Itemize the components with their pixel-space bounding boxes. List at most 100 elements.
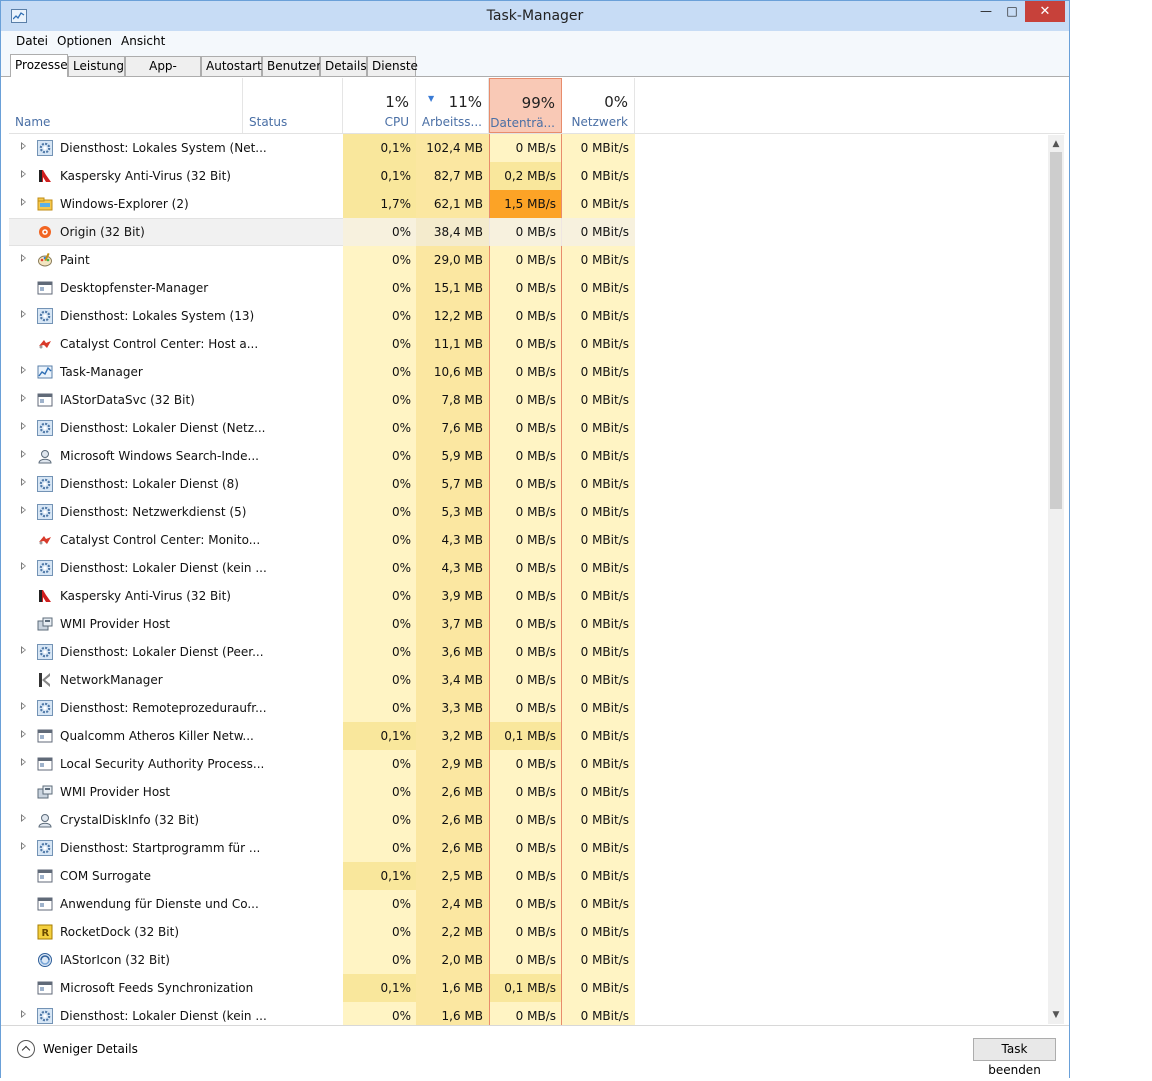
process-row[interactable]: Diensthost: Remoteprozeduraufr... 0% 3,3 M… — [9, 694, 1049, 722]
expand-chevron-icon[interactable] — [21, 506, 26, 514]
process-row[interactable]: Diensthost: Netzwerkdienst (5) 0% 5,3 MB 0 … — [9, 498, 1049, 526]
memory-value: 4,3 MB — [441, 533, 483, 547]
network-value: 0 MBit/s — [580, 617, 629, 631]
maximize-button[interactable]: □ — [999, 1, 1025, 22]
process-row[interactable]: Task-Manager 0% 10,6 MB 0 MB/s 0 MBit/s — [9, 358, 1049, 386]
process-row[interactable]: Kaspersky Anti-Virus (32 Bit) 0% 3,9 MB 0 M… — [9, 582, 1049, 610]
tab-benutzer[interactable]: Benutzer — [262, 56, 321, 76]
disk-value: 0 MB/s — [515, 281, 556, 295]
process-row[interactable]: Anwendung für Dienste und Co... 0% 2,4 MB 0… — [9, 890, 1049, 918]
cpu-value: 0% — [391, 897, 411, 911]
process-row[interactable]: Diensthost: Lokaler Dienst (kein ... 0% 4,… — [9, 554, 1049, 582]
expand-chevron-icon[interactable] — [21, 814, 26, 822]
network-value: 0 MBit/s — [580, 337, 629, 351]
process-row[interactable]: Windows-Explorer (2) 1,7% 62,1 MB 1,5 MB/s 0… — [9, 190, 1049, 218]
process-row[interactable]: Diensthost: Startprogramm für ... 0% 2,6 M… — [9, 834, 1049, 862]
expand-chevron-icon[interactable] — [21, 254, 26, 262]
scroll-up-icon[interactable]: ▲ — [1048, 136, 1064, 152]
header-network[interactable]: 0% Netzwerk — [562, 78, 635, 133]
process-row[interactable]: Desktopfenster-Manager 0% 15,1 MB 0 MB/s 0 M… — [9, 274, 1049, 302]
svg-text:R: R — [42, 928, 50, 939]
minimize-button[interactable]: — — [973, 1, 999, 22]
expand-chevron-icon[interactable] — [21, 422, 26, 430]
process-row[interactable]: Diensthost: Lokaler Dienst (8) 0% 5,7 MB 0 … — [9, 470, 1049, 498]
process-row[interactable]: Microsoft Windows Search-Inde... 0% 5,9 MB… — [9, 442, 1049, 470]
iastor-icon — [37, 952, 53, 968]
network-value: 0 MBit/s — [580, 505, 629, 519]
expand-chevron-icon[interactable] — [21, 1010, 26, 1018]
network-value: 0 MBit/s — [580, 673, 629, 687]
process-row[interactable]: Diensthost: Lokaler Dienst (Peer... 0% 3,6… — [9, 638, 1049, 666]
process-row[interactable]: CrystalDiskInfo (32 Bit) 0% 2,6 MB 0 MB/s 0 … — [9, 806, 1049, 834]
expand-chevron-icon[interactable] — [21, 366, 26, 374]
tab-leistung[interactable]: Leistung — [68, 56, 125, 76]
menu-bar: Datei Optionen Ansicht — [1, 31, 1069, 52]
cpu-value: 0% — [391, 925, 411, 939]
expand-chevron-icon[interactable] — [21, 478, 26, 486]
fewer-details-link[interactable]: Weniger Details — [43, 1042, 138, 1056]
process-row[interactable]: Catalyst Control Center: Monito... 0% 4,3 … — [9, 526, 1049, 554]
process-row[interactable]: Diensthost: Lokales System (Net... 0,1% 10… — [9, 134, 1049, 162]
expand-chevron-icon[interactable] — [21, 170, 26, 178]
expand-chevron-icon[interactable] — [21, 758, 26, 766]
process-name: Origin (32 Bit) — [60, 225, 145, 239]
process-row[interactable]: WMI Provider Host 0% 2,6 MB 0 MB/s 0 MBit/s — [9, 778, 1049, 806]
process-row[interactable]: WMI Provider Host 0% 3,7 MB 0 MB/s 0 MBit/s — [9, 610, 1049, 638]
process-name: CrystalDiskInfo (32 Bit) — [60, 813, 200, 827]
process-name: Diensthost: Lokaler Dienst (kein ... — [60, 561, 267, 575]
process-row[interactable]: Catalyst Control Center: Host a... 0% 11,1… — [9, 330, 1049, 358]
process-row[interactable]: Diensthost: Lokaler Dienst (Netz... 0% 7,6… — [9, 414, 1049, 442]
process-name: Diensthost: Lokaler Dienst (Peer... — [60, 645, 264, 659]
disk-value: 0 MB/s — [515, 589, 556, 603]
expand-chevron-icon[interactable] — [21, 198, 26, 206]
process-row[interactable]: COM Surrogate 0,1% 2,5 MB 0 MB/s 0 MBit/s — [9, 862, 1049, 890]
scroll-down-icon[interactable]: ▼ — [1048, 1007, 1064, 1023]
tab-dienste[interactable]: Dienste — [367, 56, 418, 76]
expand-chevron-icon[interactable] — [21, 310, 26, 318]
expand-chevron-icon[interactable] — [21, 142, 26, 150]
header-cpu[interactable]: 1% CPU — [343, 78, 416, 133]
expand-chevron-icon[interactable] — [21, 562, 26, 570]
process-row[interactable]: Paint 0% 29,0 MB 0 MB/s 0 MBit/s — [9, 246, 1049, 274]
process-row[interactable]: Local Security Authority Process... 0% 2,9… — [9, 750, 1049, 778]
header-name[interactable]: Name — [9, 78, 243, 133]
process-row[interactable]: Qualcomm Atheros Killer Netw... 0,1% 3,2 M… — [9, 722, 1049, 750]
expand-chevron-icon[interactable] — [21, 646, 26, 654]
chevron-up-icon[interactable] — [17, 1040, 35, 1058]
tab-prozesse[interactable]: Prozesse — [10, 54, 68, 77]
process-row[interactable]: IAStorIcon (32 Bit) 0% 2,0 MB 0 MB/s 0 MBit/… — [9, 946, 1049, 974]
menu-ansicht[interactable]: Ansicht — [121, 34, 165, 48]
network-value: 0 MBit/s — [580, 589, 629, 603]
scrollbar-thumb[interactable] — [1050, 152, 1062, 509]
expand-chevron-icon[interactable] — [21, 450, 26, 458]
end-task-button[interactable]: Task beenden — [973, 1038, 1056, 1077]
tab-app-verlauf[interactable]: App-Verlauf — [125, 56, 201, 92]
process-row[interactable]: R RocketDock (32 Bit) 0% 2,2 MB 0 MB/s 0 MBit… — [9, 918, 1049, 946]
header-status[interactable]: Status — [243, 78, 343, 133]
process-row[interactable]: Microsoft Feeds Synchronization 0,1% 1,6 M… — [9, 974, 1049, 1002]
tab-autostart[interactable]: Autostart — [201, 56, 262, 76]
process-row[interactable]: Origin (32 Bit) 0% 38,4 MB 0 MB/s 0 MBit/s — [9, 218, 1049, 246]
title-bar[interactable]: Task-Manager — □ ✕ — [1, 1, 1069, 31]
menu-datei[interactable]: Datei — [16, 34, 48, 48]
process-row[interactable]: IAStorDataSvc (32 Bit) 0% 7,8 MB 0 MB/s 0 MB… — [9, 386, 1049, 414]
expand-chevron-icon[interactable] — [21, 842, 26, 850]
expand-chevron-icon[interactable] — [21, 730, 26, 738]
memory-value: 62,1 MB — [433, 197, 483, 211]
cpu-value: 0% — [391, 505, 411, 519]
expand-chevron-icon[interactable] — [21, 394, 26, 402]
tab-details[interactable]: Details — [320, 56, 367, 76]
expand-chevron-icon[interactable] — [21, 702, 26, 710]
header-memory[interactable]: ▼ 11% Arbeitss... — [416, 78, 489, 133]
menu-optionen[interactable]: Optionen — [57, 34, 112, 48]
process-row[interactable]: Diensthost: Lokaler Dienst (kein ... 0% 1,… — [9, 1002, 1049, 1025]
process-row[interactable]: Diensthost: Lokales System (13) 0% 12,2 MB… — [9, 302, 1049, 330]
window-app-icon — [37, 896, 53, 912]
process-row[interactable]: Kaspersky Anti-Virus (32 Bit) 0,1% 82,7 MB… — [9, 162, 1049, 190]
service-gear-icon — [37, 1008, 53, 1024]
header-disk[interactable]: 99% Datenträ... — [489, 78, 562, 133]
close-button[interactable]: ✕ — [1025, 1, 1065, 22]
network-value: 0 MBit/s — [580, 841, 629, 855]
process-row[interactable]: NetworkManager 0% 3,4 MB 0 MB/s 0 MBit/s — [9, 666, 1049, 694]
memory-value: 4,3 MB — [441, 561, 483, 575]
